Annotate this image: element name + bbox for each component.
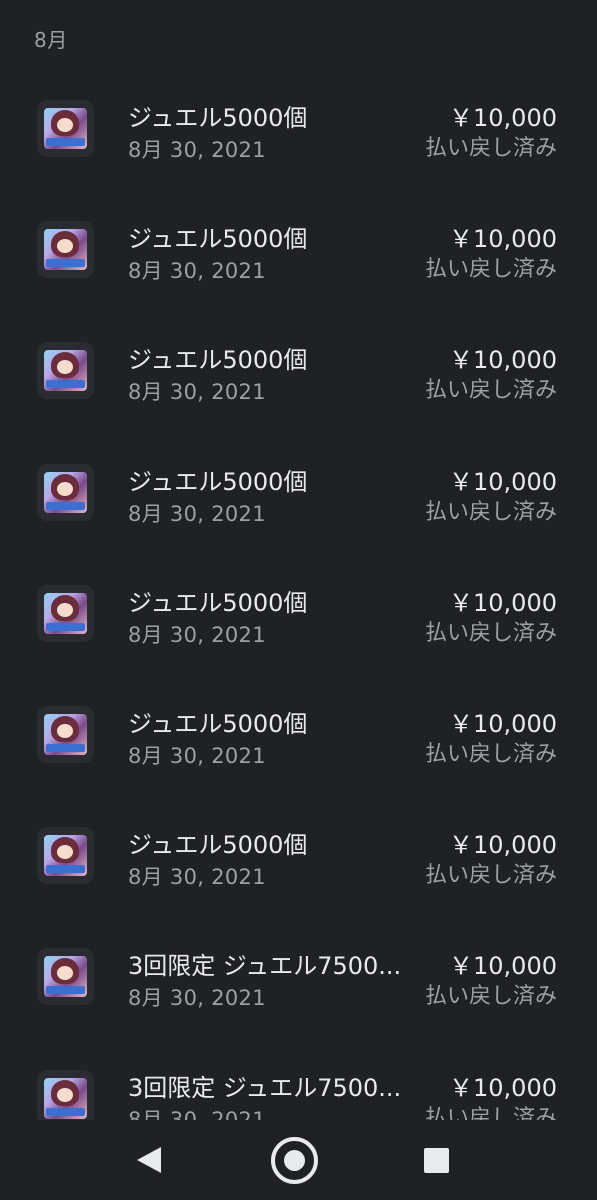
back-triangle-icon[interactable] xyxy=(137,1147,161,1173)
purchase-history-screen: 8月 ジュエル5000個 8月 30, 2021 ￥10,000 払い戻し済み xyxy=(0,0,597,1200)
purchase-row[interactable]: ジュエル5000個 8月 30, 2021 ￥10,000 払い戻し済み xyxy=(0,809,597,930)
purchase-date: 8月 30, 2021 xyxy=(128,865,266,890)
app-icon xyxy=(37,1069,94,1127)
app-icon xyxy=(37,584,94,642)
app-icon xyxy=(37,948,94,1006)
refund-status: 払い戻し済み xyxy=(424,378,557,404)
purchase-row[interactable]: 3回限定 ジュエル7500... 8月 30, 2021 ￥10,000 払い戻… xyxy=(0,930,597,1051)
purchase-price: ￥10,000 xyxy=(449,104,557,132)
app-icon xyxy=(37,463,94,521)
home-circle-icon[interactable] xyxy=(271,1137,318,1184)
purchase-price: ￥10,000 xyxy=(449,588,557,617)
purchase-date: 8月 30, 2021 xyxy=(128,501,266,526)
purchase-date: 8月 30, 2021 xyxy=(128,380,266,405)
purchase-row[interactable]: ジュエル5000個 8月 30, 2021 ￥10,000 払い戻し済み xyxy=(0,567,597,688)
purchase-title: ジュエル5000個 xyxy=(128,831,308,860)
purchase-title: ジュエル5000個 xyxy=(128,709,308,738)
app-icon xyxy=(37,221,94,279)
month-header: 8月 xyxy=(34,28,68,52)
refund-status: 払い戻し済み xyxy=(424,741,557,767)
purchase-row[interactable]: ジュエル5000個 8月 30, 2021 ￥10,000 払い戻し済み xyxy=(0,688,597,809)
system-navigation-bar xyxy=(0,1120,597,1200)
purchase-price: ￥10,000 xyxy=(449,952,557,981)
purchase-price: ￥10,000 xyxy=(449,467,557,496)
purchase-title: ジュエル5000個 xyxy=(128,104,308,132)
refund-status: 払い戻し済み xyxy=(424,984,557,1010)
purchase-title: ジュエル5000個 xyxy=(128,346,308,375)
purchase-date: 8月 30, 2021 xyxy=(128,622,266,647)
recents-square-icon[interactable] xyxy=(424,1148,449,1173)
purchase-date: 8月 30, 2021 xyxy=(128,259,266,284)
refund-status: 払い戻し済み xyxy=(424,620,557,646)
purchase-title: 3回限定 ジュエル7500... xyxy=(128,952,402,981)
purchase-price: ￥10,000 xyxy=(449,1073,557,1102)
app-icon xyxy=(37,705,94,763)
purchase-date: 8月 30, 2021 xyxy=(128,138,266,162)
purchase-row[interactable]: ジュエル5000個 8月 30, 2021 ￥10,000 払い戻し済み xyxy=(0,203,597,324)
purchase-row[interactable]: ジュエル5000個 8月 30, 2021 ￥10,000 払い戻し済み xyxy=(0,324,597,445)
purchase-price: ￥10,000 xyxy=(449,831,557,860)
purchase-row[interactable]: ジュエル5000個 8月 30, 2021 ￥10,000 払い戻し済み xyxy=(0,446,597,567)
purchase-title: ジュエル5000個 xyxy=(128,225,308,254)
purchase-title: 3回限定 ジュエル7500... xyxy=(128,1073,402,1102)
purchase-list: ジュエル5000個 8月 30, 2021 ￥10,000 払い戻し済み ジュエ… xyxy=(0,82,597,1173)
refund-status: 払い戻し済み xyxy=(424,257,557,283)
purchase-title: ジュエル5000個 xyxy=(128,467,308,496)
purchase-price: ￥10,000 xyxy=(449,346,557,375)
purchase-row[interactable]: ジュエル5000個 8月 30, 2021 ￥10,000 払い戻し済み xyxy=(0,82,597,203)
app-icon xyxy=(37,100,94,157)
app-icon xyxy=(37,827,94,885)
purchase-price: ￥10,000 xyxy=(449,709,557,738)
purchase-title: ジュエル5000個 xyxy=(128,588,308,617)
purchase-date: 8月 30, 2021 xyxy=(128,986,266,1011)
app-icon xyxy=(37,342,94,400)
purchase-price: ￥10,000 xyxy=(449,225,557,254)
refund-status: 払い戻し済み xyxy=(424,499,557,525)
refund-status: 払い戻し済み xyxy=(424,136,557,161)
purchase-date: 8月 30, 2021 xyxy=(128,743,266,768)
refund-status: 払い戻し済み xyxy=(424,863,557,889)
